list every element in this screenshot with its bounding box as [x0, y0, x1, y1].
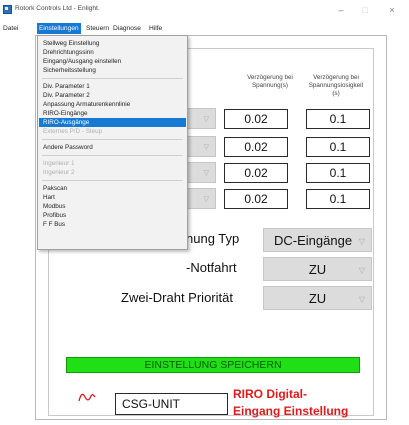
unit-name-field[interactable]: CSG-UNIT: [115, 393, 228, 415]
chevron-down-icon: ▽: [203, 196, 209, 203]
row-2-dropdown[interactable]: ▽: [186, 136, 216, 157]
emergency-run-value: ZU: [308, 262, 327, 277]
row-1-dropdown[interactable]: ▽: [186, 108, 216, 129]
menu-datei[interactable]: Datei: [1, 23, 20, 34]
chevron-down-icon: ▽: [358, 237, 365, 246]
menu-separator: [42, 180, 183, 181]
chevron-down-icon: ▽: [203, 170, 209, 177]
menu-item-ingenieur-2: Ingenieur 2: [43, 169, 75, 176]
menu-item-ff-bus[interactable]: F F Bus: [39, 220, 186, 229]
status-line-2: Eingang Einstellung: [233, 404, 349, 418]
close-button[interactable]: ×: [380, 3, 404, 17]
window-title: Rotork Controls Ltd - Enlight.: [15, 5, 100, 12]
row-2-delay-field[interactable]: 0.02: [224, 137, 288, 157]
input-type-select[interactable]: DC-Eingänge ▽: [263, 228, 372, 252]
status-text: RIRO Digital- Eingang Einstellung: [233, 386, 383, 420]
einstellungen-dropdown: Stellweg Einstellung Drehrichtungssinn E…: [37, 35, 188, 250]
column-header-delay: Verzögerung bei Spannung(s): [247, 74, 293, 89]
menu-bar: Datei Einstellungen Steuern Diagnose Hil…: [0, 22, 409, 35]
menu-steuern[interactable]: Steuern: [84, 23, 111, 34]
signal-wave-icon: [78, 393, 96, 402]
row-4-delay-field[interactable]: 0.02: [224, 189, 288, 209]
chevron-down-icon: ▽: [358, 266, 365, 275]
menu-hilfe[interactable]: Hilfe: [147, 23, 164, 34]
minimize-button[interactable]: –: [329, 3, 353, 17]
row-3-delay-loss-field[interactable]: 0.1: [306, 163, 370, 183]
chevron-down-icon: ▽: [203, 144, 209, 151]
menu-item-stellweg[interactable]: Stellweg Einstellung: [39, 39, 186, 48]
input-type-label: nung Typ: [186, 231, 240, 246]
menu-item-div-param-2[interactable]: Div. Parameter 2: [39, 91, 186, 100]
menu-item-armaturenkennlinie[interactable]: Anpassung Armaturenkennlinie: [39, 100, 186, 109]
emergency-run-select[interactable]: ZU ▽: [263, 257, 372, 281]
row-1-delay-field[interactable]: 0.02: [224, 109, 288, 129]
menu-item-hart[interactable]: Hart: [39, 193, 186, 202]
menu-item-riro-eingaenge[interactable]: RIRO-Eingänge: [39, 109, 186, 118]
status-line-1: RIRO Digital-: [233, 387, 307, 401]
menu-item-modbus[interactable]: Modbus: [39, 202, 186, 211]
chevron-down-icon: ▽: [358, 295, 365, 304]
chevron-down-icon: ▽: [203, 116, 209, 123]
menu-item-externes-pid: Externes P/D - Steup: [43, 128, 103, 135]
row-3-dropdown[interactable]: ▽: [186, 162, 216, 183]
menu-separator: [42, 155, 183, 156]
menu-separator: [42, 139, 183, 140]
menu-diagnose[interactable]: Diagnose: [111, 23, 143, 34]
title-bar: Rotork Controls Ltd - Enlight. – □ ×: [0, 0, 409, 20]
menu-item-sicherheitsstellung[interactable]: Sicherheitsstellung: [39, 66, 186, 75]
input-type-value: DC-Eingänge: [274, 233, 353, 248]
row-1-delay-loss-field[interactable]: 0.1: [306, 109, 370, 129]
menu-item-andere-password[interactable]: Andere Password: [39, 143, 186, 152]
menu-item-ingenieur-1: Ingenieur 1: [43, 160, 75, 167]
menu-item-drehrichtung[interactable]: Drehrichtungssinn: [39, 48, 186, 57]
column-header-delay-loss: Verzögerung bei Spannungslosigkeit (s): [308, 74, 364, 97]
app-icon: [3, 5, 12, 14]
menu-item-pakscan[interactable]: Pakscan: [39, 184, 186, 193]
row-2-delay-loss-field[interactable]: 0.1: [306, 137, 370, 157]
save-settings-button[interactable]: EINSTELLUNG SPEICHERN: [66, 357, 360, 373]
two-wire-priority-select[interactable]: ZU ▽: [263, 286, 372, 310]
menu-item-profibus[interactable]: Profibus: [39, 211, 186, 220]
menu-separator: [42, 78, 183, 79]
two-wire-priority-label: Zwei-Draht Priorität: [121, 290, 233, 305]
menu-item-div-param-1[interactable]: Div. Parameter 1: [39, 82, 186, 91]
menu-einstellungen[interactable]: Einstellungen: [37, 23, 81, 34]
row-4-delay-loss-field[interactable]: 0.1: [306, 189, 370, 209]
menu-item-riro-ausgaenge[interactable]: RIRO-Ausgänge: [39, 118, 186, 127]
menu-item-eingang-ausgang[interactable]: Eingang/Ausgang einstellen: [39, 57, 186, 66]
two-wire-priority-value: ZU: [308, 291, 327, 306]
row-3-delay-field[interactable]: 0.02: [224, 163, 288, 183]
row-4-dropdown[interactable]: ▽: [186, 188, 216, 209]
maximize-button[interactable]: □: [353, 3, 377, 17]
emergency-run-label: -Notfahrt: [186, 260, 237, 275]
